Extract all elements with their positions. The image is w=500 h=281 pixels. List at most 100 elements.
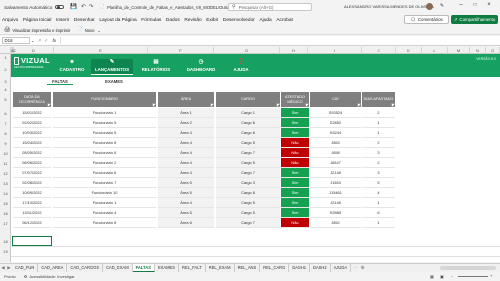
- cell-cargo[interactable]: Cargo 6: [216, 128, 280, 138]
- sheet-tab-faltas[interactable]: FALTAS: [132, 264, 155, 272]
- autosave-toggle[interactable]: [55, 4, 65, 10]
- cell-data[interactable]: 02/02/2022: [13, 118, 51, 128]
- minimize-icon[interactable]: –: [455, 2, 467, 8]
- menu-arquivo[interactable]: Arquivo: [2, 18, 18, 23]
- cell-data[interactable]: 15/04/2022: [13, 138, 51, 148]
- row-header[interactable]: 7: [0, 121, 11, 126]
- filter-dropdown-icon[interactable]: [276, 103, 280, 107]
- row-header[interactable]: 18: [0, 239, 11, 244]
- avatar[interactable]: [426, 3, 433, 10]
- sheet-tab-rel-carg[interactable]: REL_CARG: [260, 264, 290, 272]
- zoom-slider[interactable]: [458, 276, 488, 277]
- row-header[interactable]: 9: [0, 141, 11, 146]
- namebox-dropdown-icon[interactable]: ⌄: [31, 38, 34, 43]
- sheet-tab-dash2[interactable]: DASH2: [310, 264, 331, 272]
- cell-dias[interactable]: 1: [362, 128, 395, 138]
- header-cid[interactable]: CID: [310, 92, 361, 107]
- column-header[interactable]: D: [14, 47, 54, 54]
- cell-funcionario[interactable]: Funcionário 8: [53, 218, 156, 228]
- comments-button[interactable]: 🗨 Comentários: [404, 15, 449, 24]
- cell-cid[interactable]: J652: [310, 218, 361, 228]
- cell-funcionario[interactable]: Funcionário 4: [53, 208, 156, 218]
- row-header[interactable]: 19: [0, 249, 11, 254]
- zoom-plus-icon[interactable]: +: [490, 273, 492, 278]
- accessibility-icon[interactable]: ♻: [24, 274, 28, 279]
- pen-icon[interactable]: ✎: [436, 3, 448, 9]
- column-header[interactable]: N: [470, 47, 486, 54]
- cell-data[interactable]: 05/05/2022: [13, 148, 51, 158]
- cell-cid[interactable]: K5244: [310, 128, 361, 138]
- filter-dropdown-icon[interactable]: [210, 103, 214, 107]
- cell-funcionario[interactable]: Funcionário 6: [53, 148, 156, 158]
- menu-revisao[interactable]: Revisão: [184, 18, 201, 23]
- header-area[interactable]: ÁREA: [158, 92, 214, 107]
- cell-area[interactable]: Área 4: [158, 138, 214, 148]
- row-header[interactable]: 6: [0, 111, 11, 116]
- subtab-exames[interactable]: EXAMES: [101, 78, 127, 85]
- menu-desenhar[interactable]: Desenhar: [74, 18, 95, 23]
- cell-funcionario[interactable]: Funcionário 2: [53, 158, 156, 168]
- header-atestado-medico[interactable]: ATESTADO MÉDICO: [281, 92, 309, 107]
- cell-funcionario[interactable]: Funcionário 6: [53, 168, 156, 178]
- column-header[interactable]: O: [486, 47, 500, 54]
- cell-funcionario[interactable]: Funcionário 5: [53, 128, 156, 138]
- cell-data[interactable]: 10/11/2022: [13, 208, 51, 218]
- cell-atestado[interactable]: Sim: [281, 208, 309, 218]
- fx-label[interactable]: fx: [52, 38, 56, 43]
- cell-cargo[interactable]: Cargo 8: [216, 188, 280, 198]
- cell-funcionario[interactable]: Funcionário 10: [53, 188, 156, 198]
- sheet-tab-rel-falt[interactable]: REL_FALT: [179, 264, 206, 272]
- header-cargo[interactable]: CARGO: [216, 92, 280, 107]
- column-header[interactable]: I: [308, 47, 362, 54]
- chevron-down-icon[interactable]: ⌄: [97, 28, 100, 33]
- menu-formulas[interactable]: Fórmulas: [141, 18, 161, 23]
- nav-cadastro[interactable]: ☻ CADASTRO: [57, 59, 87, 75]
- cell-area[interactable]: Área 4: [158, 128, 214, 138]
- menu-inserir[interactable]: Inserir: [56, 18, 69, 23]
- cell-cargo[interactable]: Cargo 5: [216, 208, 280, 218]
- header-funcionario[interactable]: FUNCIONÁRIO: [53, 92, 156, 107]
- column-header[interactable]: H: [280, 47, 308, 54]
- cell-cargo[interactable]: Cargo 7: [216, 218, 280, 228]
- filter-dropdown-icon[interactable]: [391, 103, 395, 107]
- menu-acrobat[interactable]: Acrobat: [276, 18, 293, 23]
- cell-cargo[interactable]: Cargo 6: [216, 118, 280, 128]
- cell-area[interactable]: Área 4: [158, 148, 214, 158]
- filter-dropdown-icon[interactable]: [47, 103, 51, 107]
- confirm-icon[interactable]: ✓: [44, 38, 48, 44]
- cell-cid[interactable]: J15461: [310, 188, 361, 198]
- cell-area[interactable]: Área 4: [158, 158, 214, 168]
- cell-dias[interactable]: 3: [362, 168, 395, 178]
- page-layout-icon[interactable]: ▣: [440, 274, 444, 279]
- cell-cid[interactable]: K5985: [310, 208, 361, 218]
- cell-funcionario[interactable]: Funcionário 1: [53, 108, 156, 118]
- cell-dias[interactable]: 2: [362, 138, 395, 148]
- cell-cargo[interactable]: Cargo 1: [216, 108, 280, 118]
- close-icon[interactable]: ×: [483, 2, 495, 8]
- row-header[interactable]: 15: [0, 201, 11, 206]
- cell-dias[interactable]: 2: [362, 108, 395, 118]
- cell-dias[interactable]: 1: [362, 118, 395, 128]
- undo-icon[interactable]: ↶: [81, 4, 86, 10]
- save-icon[interactable]: 💾: [70, 4, 77, 10]
- sheet-tab-cad-area[interactable]: CAD_AREA: [38, 264, 68, 272]
- cell-atestado[interactable]: Sim: [281, 128, 309, 138]
- print-preview-icon[interactable]: 🖨: [4, 27, 10, 33]
- sheet-tab-dash1[interactable]: DASH1: [289, 264, 310, 272]
- cell-dias[interactable]: 3: [362, 148, 395, 158]
- column-header[interactable]: F: [148, 47, 214, 54]
- cell-area[interactable]: Área 4: [158, 168, 214, 178]
- row-header[interactable]: 14: [0, 191, 11, 196]
- zoom-minus-icon[interactable]: –: [451, 273, 453, 278]
- cell-data[interactable]: 15/01/2022: [13, 108, 51, 118]
- selected-cell[interactable]: [12, 236, 52, 246]
- add-sheet-icon[interactable]: ⊕: [360, 265, 364, 271]
- cell-atestado[interactable]: Sim: [281, 178, 309, 188]
- menu-dados[interactable]: Dados: [166, 18, 180, 23]
- maximize-icon[interactable]: □: [469, 2, 481, 8]
- cell-atestado[interactable]: Não: [281, 138, 309, 148]
- column-header[interactable]: M: [448, 47, 470, 54]
- cell-dias[interactable]: 5: [362, 178, 395, 188]
- row-header[interactable]: 17: [0, 221, 11, 226]
- sheet-tab-cad-fun[interactable]: CAD_FUN: [12, 264, 39, 272]
